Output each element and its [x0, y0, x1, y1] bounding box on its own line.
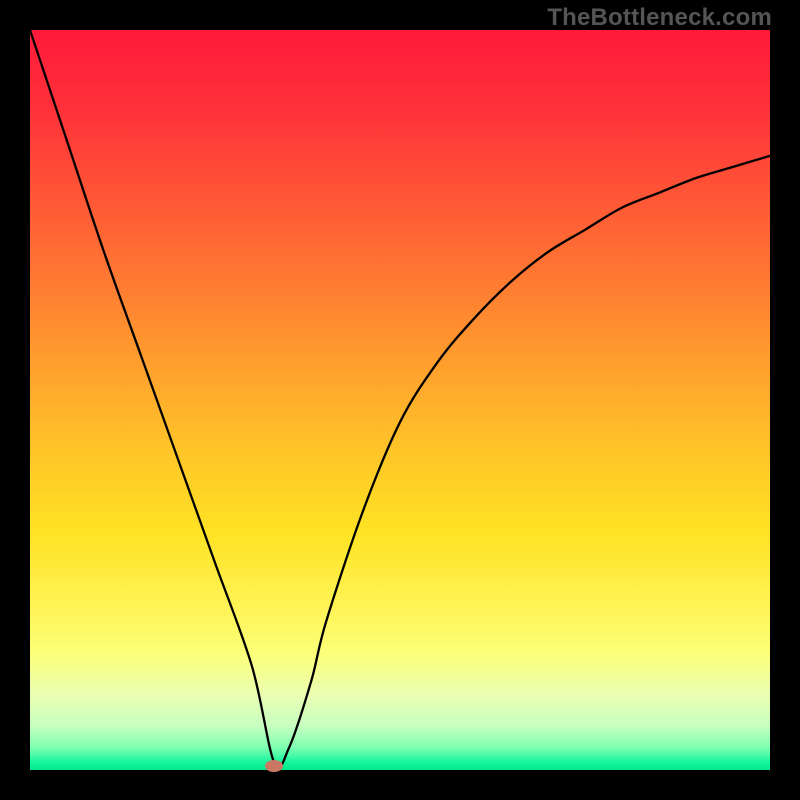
curve-path [30, 30, 770, 768]
optimal-point-marker [265, 760, 283, 772]
watermark-text: TheBottleneck.com [547, 4, 772, 32]
chart-container: TheBottleneck.com [0, 0, 800, 800]
bottleneck-curve [30, 30, 770, 770]
plot-area [30, 30, 770, 770]
